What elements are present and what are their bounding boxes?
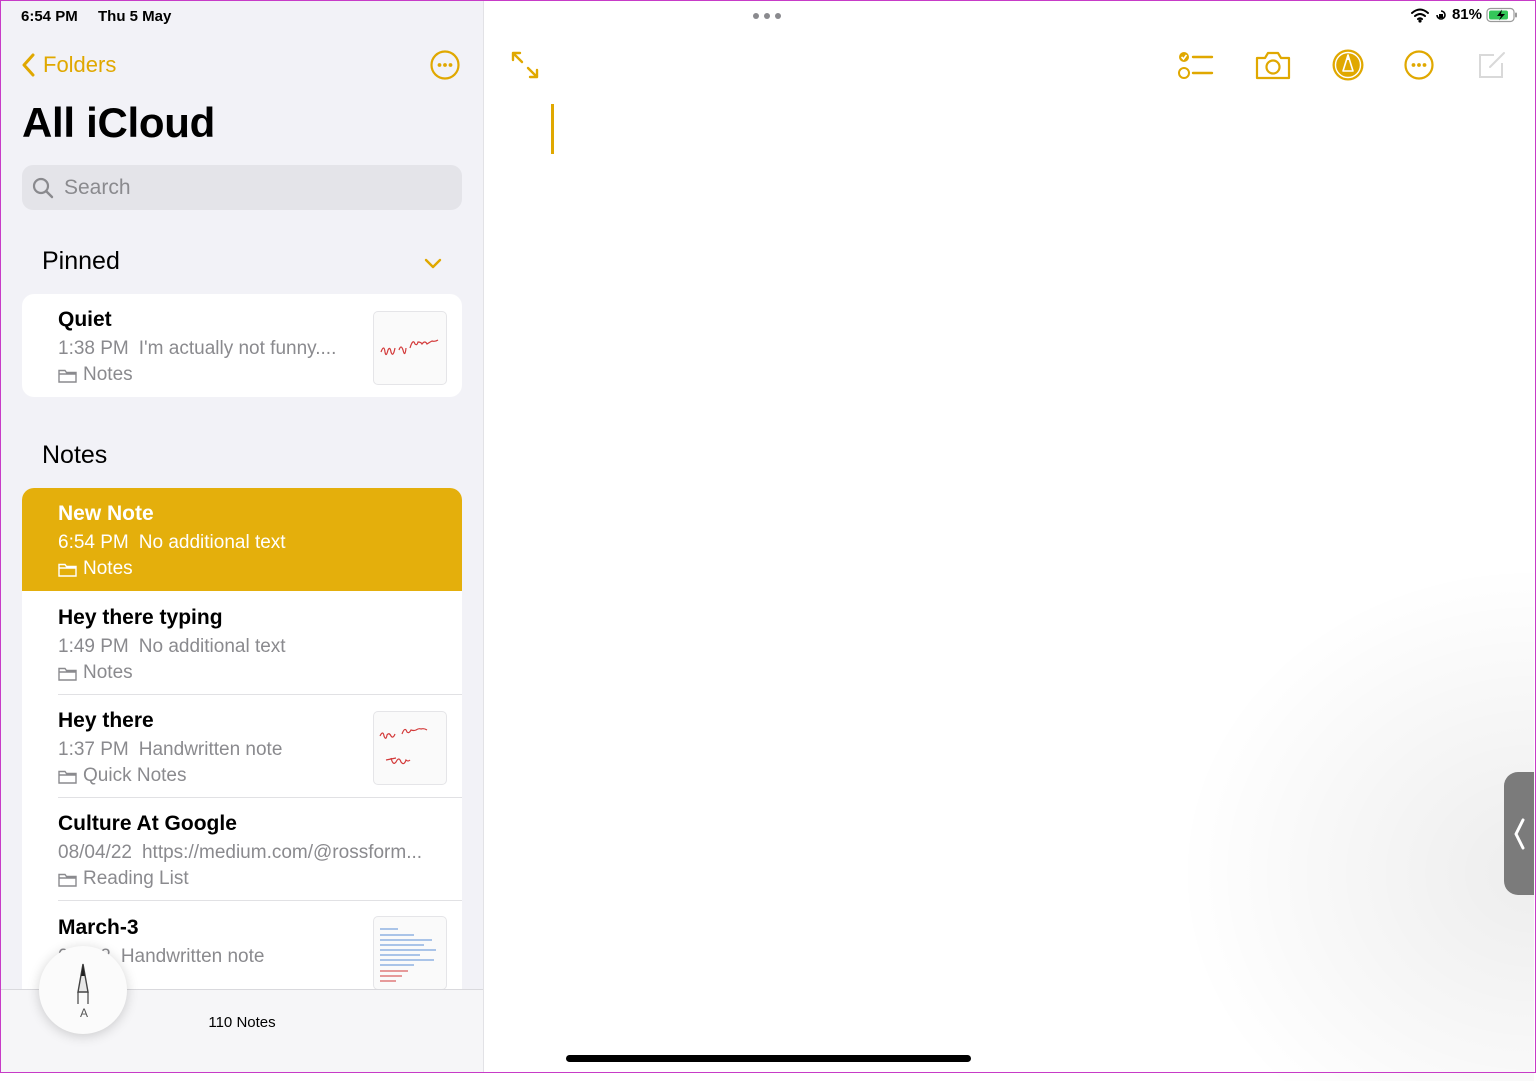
search-bar[interactable] — [22, 165, 462, 210]
folder-icon — [58, 770, 77, 784]
apple-pencil-palette-button[interactable]: A — [39, 946, 127, 1034]
camera-icon — [1255, 51, 1291, 80]
folders-back-label: Folders — [43, 52, 117, 77]
folder-icon — [58, 873, 77, 887]
ellipsis-circle-icon — [1404, 50, 1434, 80]
note-folder: Notes — [58, 558, 133, 580]
multitasking-dots-icon[interactable] — [752, 11, 782, 21]
note-title: New Note — [58, 502, 154, 525]
camera-button[interactable] — [1253, 47, 1293, 83]
battery-percent: 81% — [1451, 6, 1482, 23]
note-meta: 1:37 PM Handwritten note — [58, 739, 283, 760]
markup-button[interactable] — [1328, 47, 1368, 83]
handwriting-thumbnail — [373, 311, 447, 385]
chevron-down-icon[interactable] — [423, 253, 443, 273]
row-divider — [58, 900, 462, 901]
list-item[interactable]: Quiet 1:38 PM I'm actually not funny.... … — [22, 294, 462, 397]
notes-section-header: Notes — [42, 441, 108, 469]
handwriting-thumbnail — [373, 916, 447, 990]
orientation-lock-icon — [1436, 9, 1446, 20]
folder-icon — [58, 667, 77, 681]
ellipsis-circle-icon — [430, 50, 460, 80]
chevron-left-icon — [1514, 818, 1525, 849]
checklist-icon — [1178, 52, 1214, 79]
note-meta: 1:38 PM I'm actually not funny.... — [58, 338, 337, 359]
pencil-label: A — [80, 1006, 89, 1020]
pencil-icon — [77, 963, 89, 1004]
note-folder: Reading List — [58, 868, 189, 890]
list-item[interactable]: Culture At Google 08/04/22 https://medium… — [22, 798, 462, 901]
edge-shadow — [1174, 561, 1534, 1081]
handwriting-thumbnail — [373, 711, 447, 785]
note-folder: Quick Notes — [58, 765, 186, 787]
note-folder: Notes — [58, 662, 133, 684]
status-time: 6:54 PM — [21, 8, 78, 25]
battery-charging-icon — [1486, 7, 1517, 22]
sidebar-more-button[interactable] — [429, 49, 461, 81]
note-title: Quiet — [58, 308, 112, 331]
note-folder: Notes — [58, 364, 133, 386]
compose-button[interactable] — [1472, 47, 1512, 83]
note-title: Hey there typing — [58, 606, 223, 629]
status-indicators: 81% — [1410, 6, 1518, 23]
folder-icon — [58, 563, 77, 577]
note-meta: 1:49 PM No additional text — [58, 636, 286, 657]
note-meta: 08/04/22 https://medium.com/@rossform... — [58, 842, 423, 863]
side-panel-handle[interactable] — [1504, 772, 1534, 895]
status-date: Thu 5 May — [98, 8, 172, 25]
home-indicator[interactable] — [566, 1055, 971, 1062]
text-cursor — [551, 104, 554, 154]
folder-icon — [58, 369, 77, 383]
checklist-button[interactable] — [1176, 47, 1216, 83]
notes-list: New Note 6:54 PM No additional text Notes… — [22, 488, 462, 1008]
pinned-section-header: Pinned — [42, 247, 120, 275]
note-title: Hey there — [58, 709, 154, 732]
markup-icon — [1332, 49, 1364, 81]
chevron-left-icon — [22, 53, 35, 77]
list-item[interactable]: Hey there 1:37 PM Handwritten note Quick … — [22, 695, 462, 798]
folders-back-button[interactable]: Folders — [21, 51, 116, 79]
wifi-icon — [1410, 8, 1429, 23]
more-button[interactable] — [1399, 47, 1439, 83]
page-title: All iCloud — [22, 99, 215, 146]
search-icon — [32, 177, 54, 198]
pinned-list: Quiet 1:38 PM I'm actually not funny.... … — [22, 294, 462, 397]
list-item[interactable]: New Note 6:54 PM No additional text Notes — [22, 488, 462, 591]
note-editor: 81% — [484, 1, 1534, 1081]
compose-icon — [1479, 52, 1505, 78]
search-input[interactable] — [62, 174, 446, 201]
note-title: Culture At Google — [58, 812, 237, 835]
note-meta: 6:54 PM No additional text — [58, 532, 286, 553]
sidebar: 6:54 PM Thu 5 May Folders All iCloud Pin… — [1, 1, 484, 1072]
note-title: March-3 — [58, 916, 139, 939]
expand-icon — [511, 51, 539, 79]
expand-button[interactable] — [505, 47, 545, 83]
list-item[interactable]: Hey there typing 1:49 PM No additional te… — [22, 592, 462, 695]
